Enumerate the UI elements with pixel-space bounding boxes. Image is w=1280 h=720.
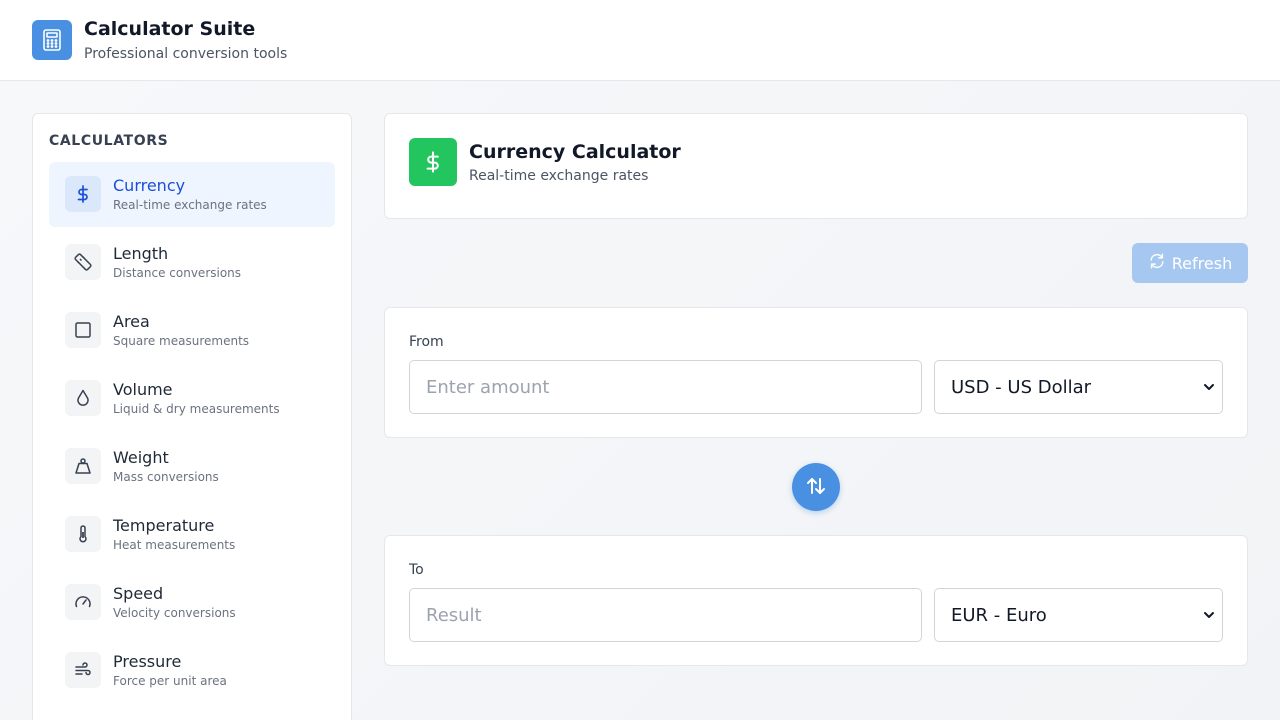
from-currency-value: USD - US Dollar (951, 376, 1092, 398)
sidebar-item-description: Distance conversions (113, 266, 242, 280)
swap-button[interactable] (792, 463, 840, 511)
amount-input[interactable] (409, 360, 922, 414)
square-icon (65, 312, 101, 348)
to-currency-value: EUR - Euro (951, 604, 1047, 626)
calculator-subtitle: Real-time exchange rates (469, 168, 649, 184)
sidebar-item-weight[interactable]: Weight Mass conversions (49, 434, 335, 499)
sidebar-item-description: Force per unit area (113, 674, 227, 688)
calculator-header: Currency Calculator Real-time exchange r… (384, 113, 1248, 219)
to-card: To EUR - Euro (384, 535, 1248, 666)
refresh-button-label: Refresh (1171, 253, 1233, 273)
refresh-icon (1148, 252, 1166, 274)
chevron-down-icon (1204, 384, 1214, 390)
sidebar-item-label: Currency (113, 176, 186, 195)
sidebar: CALCULATORS Currency Real-time exchange … (32, 113, 352, 720)
sidebar-item-area[interactable]: Area Square measurements (49, 298, 335, 363)
to-label: To (409, 562, 424, 578)
swap-arrows-icon (805, 475, 827, 500)
app-subtitle: Professional conversion tools (84, 46, 288, 62)
sidebar-item-description: Velocity conversions (113, 606, 236, 620)
from-label: From (409, 334, 444, 350)
sidebar-item-pressure[interactable]: Pressure Force per unit area (49, 638, 335, 703)
sidebar-item-volume[interactable]: Volume Liquid & dry measurements (49, 366, 335, 431)
sidebar-item-description: Heat measurements (113, 538, 236, 552)
sidebar-item-description: Square measurements (113, 334, 250, 348)
ruler-icon (65, 244, 101, 280)
sidebar-item-description: Mass conversions (113, 470, 219, 484)
result-field[interactable] (409, 588, 922, 642)
sidebar-item-label: Area (113, 312, 150, 331)
sidebar-item-label: Speed (113, 584, 164, 603)
sidebar-item-temperature[interactable]: Temperature Heat measurements (49, 502, 335, 567)
calculator-title: Currency Calculator (469, 141, 681, 163)
calculator-icon (32, 20, 72, 60)
to-currency-select[interactable]: EUR - Euro (934, 588, 1223, 642)
sidebar-item-label: Weight (113, 448, 169, 467)
weight-icon (65, 448, 101, 484)
sidebar-item-description: Liquid & dry measurements (113, 402, 280, 416)
app-header: Calculator Suite Professional conversion… (0, 0, 1280, 81)
sidebar-item-label: Temperature (113, 516, 215, 535)
wind-icon (65, 652, 101, 688)
sidebar-item-label: Volume (113, 380, 173, 399)
chevron-down-icon (1204, 612, 1214, 618)
sidebar-item-length[interactable]: Length Distance conversions (49, 230, 335, 295)
from-currency-select[interactable]: USD - US Dollar (934, 360, 1223, 414)
sidebar-item-speed[interactable]: Speed Velocity conversions (49, 570, 335, 635)
sidebar-item-label: Pressure (113, 652, 182, 671)
refresh-button[interactable]: Refresh (1132, 243, 1248, 283)
app-title: Calculator Suite (84, 18, 256, 40)
sidebar-item-currency[interactable]: Currency Real-time exchange rates (49, 162, 335, 227)
from-card: From USD - US Dollar (384, 307, 1248, 438)
droplet-icon (65, 380, 101, 416)
dollar-icon (409, 138, 457, 186)
thermometer-icon (65, 516, 101, 552)
dollar-icon (65, 176, 101, 212)
gauge-icon (65, 584, 101, 620)
sidebar-heading: CALCULATORS (49, 133, 169, 149)
sidebar-item-label: Length (113, 244, 169, 263)
sidebar-item-description: Real-time exchange rates (113, 198, 267, 212)
calculator-nav: Currency Real-time exchange rates Length… (49, 162, 335, 706)
